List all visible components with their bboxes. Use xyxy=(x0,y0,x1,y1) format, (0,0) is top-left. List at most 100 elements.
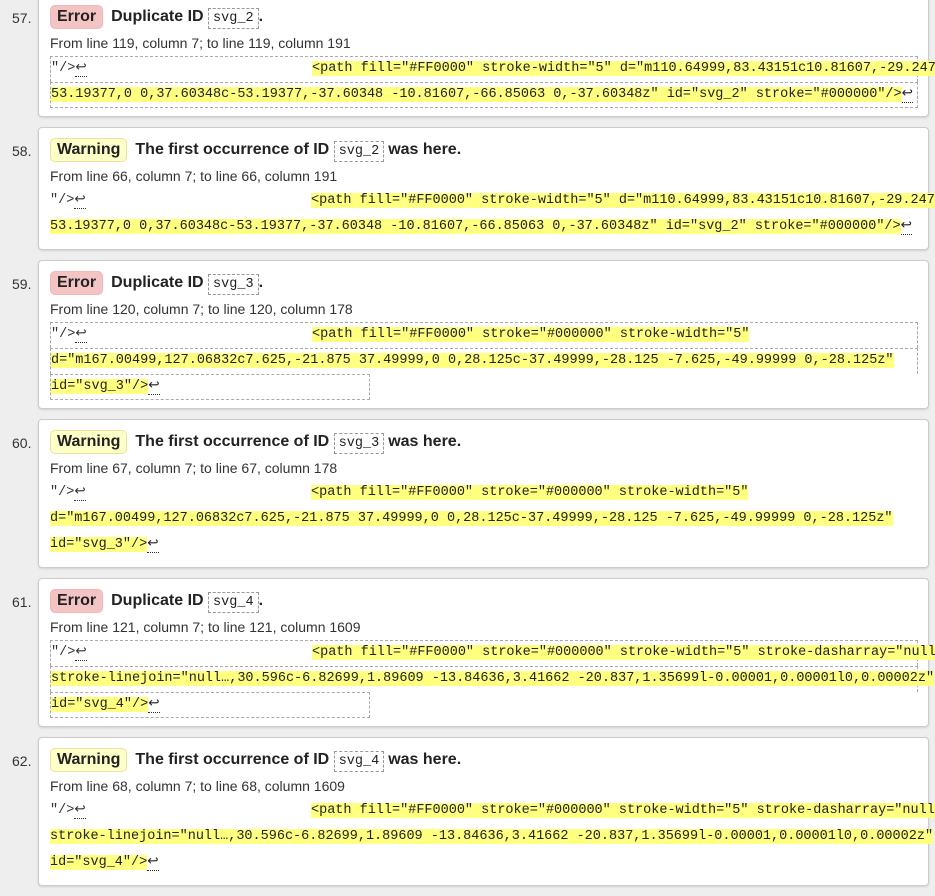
message-number: 59. xyxy=(12,276,32,292)
message-heading: Error Duplicate ID svg_3. xyxy=(50,270,918,296)
code-prefix: "/>↩ xyxy=(50,189,311,213)
message-list: 57. Error Duplicate ID svg_2. From line 1… xyxy=(0,0,935,896)
message-suffix: . xyxy=(258,274,264,291)
highlighted-code: stroke-linejoin="null…,30.596c-6.82699,1… xyxy=(50,829,934,844)
highlighted-code: stroke-linejoin="null…,30.596c-6.82699,1… xyxy=(51,671,935,686)
code-line: 53.19377,0 0,37.60348c-53.19377,-37.6034… xyxy=(50,215,918,241)
message-text: The first occurrence of ID xyxy=(135,751,330,768)
message-text: The first occurrence of ID xyxy=(135,433,330,450)
id-code: svg_4 xyxy=(208,592,259,613)
code-extract: "/>↩ <path fill="#FF0000" stroke="#000000… xyxy=(50,799,935,877)
code-prefix-text: "/> xyxy=(50,485,75,500)
id-code: svg_2 xyxy=(333,141,385,162)
line-break-icon: ↩ xyxy=(148,379,160,395)
code-extract: "/>↩ <path fill="#FF0000" stroke="#000000… xyxy=(50,640,935,718)
code-line: id="svg_3"/>↩ xyxy=(50,374,370,400)
highlighted-code: id="svg_3"/> xyxy=(50,537,148,552)
code-extract: "/>↩ <path fill="#FF0000" stroke-width="5… xyxy=(50,189,935,241)
line-break-icon: ↩ xyxy=(74,485,86,501)
highlighted-code: 53.19377,0 0,37.60348c-53.19377,-37.6034… xyxy=(50,219,901,234)
id-code: svg_3 xyxy=(208,274,259,295)
message-item: 59. Error Duplicate ID svg_3. From line 1… xyxy=(12,260,929,409)
code-line: id="svg_4"/>↩ xyxy=(50,851,370,877)
message-item: 61. Error Duplicate ID svg_4. From line 1… xyxy=(12,578,935,727)
id-code: svg_2 xyxy=(208,8,259,29)
code-line: "/>↩ <path fill="#FF0000" stroke="#000000… xyxy=(50,481,918,507)
location-text[interactable]: From line 121, column 7; to line 121, co… xyxy=(50,614,918,640)
location-text[interactable]: From line 120, column 7; to line 120, co… xyxy=(50,296,918,322)
message-item: 57. Error Duplicate ID svg_2. From line 1… xyxy=(12,0,935,117)
message-suffix: was here. xyxy=(388,433,462,450)
message-suffix: . xyxy=(258,592,264,609)
highlighted-code: id="svg_4"/> xyxy=(50,855,148,870)
highlighted-code: d="m167.00499,127.06832c7.625,-21.875 37… xyxy=(50,511,893,526)
line-break-icon: ↩ xyxy=(147,537,159,553)
line-break-icon: ↩ xyxy=(74,803,86,819)
message-heading: Warning The first occurrence of ID svg_4 w… xyxy=(50,747,918,773)
code-prefix: "/>↩ xyxy=(51,57,312,81)
highlighted-code: <path fill="#FF0000" stroke="#000000" st… xyxy=(312,645,935,660)
code-prefix: "/>↩ xyxy=(50,799,311,823)
code-prefix-text: "/> xyxy=(51,61,76,76)
code-extract: "/>↩ <path fill="#FF0000" stroke-width="5… xyxy=(50,56,935,108)
code-prefix-text: "/> xyxy=(51,645,76,660)
line-break-icon: ↩ xyxy=(900,219,912,235)
highlighted-code: id="svg_3"/> xyxy=(51,379,149,394)
message-type-badge: Warning xyxy=(50,138,128,162)
message-number: 61. xyxy=(12,594,32,610)
message-heading: Error Duplicate ID svg_4. xyxy=(50,588,918,614)
highlighted-code: <path fill="#FF0000" stroke-width="5" d=… xyxy=(311,193,935,208)
code-extract: "/>↩ <path fill="#FF0000" stroke="#000000… xyxy=(50,481,918,559)
highlighted-code: id="svg_4"/> xyxy=(51,697,149,712)
message-item: 62. Warning The first occurrence of ID sv… xyxy=(12,737,935,886)
code-line: stroke-linejoin="null…,30.596c-6.82699,1… xyxy=(50,825,934,851)
message-text: The first occurrence of ID xyxy=(135,141,330,158)
highlighted-code: <path fill="#FF0000" stroke="#000000" st… xyxy=(311,803,935,818)
highlighted-code: d="m167.00499,127.06832c7.625,-21.875 37… xyxy=(51,353,894,368)
location-text[interactable]: From line 68, column 7; to line 68, colu… xyxy=(50,773,918,799)
line-break-icon: ↩ xyxy=(75,327,87,343)
location-text[interactable]: From line 119, column 7; to line 119, co… xyxy=(50,30,918,56)
message-text: Duplicate ID xyxy=(111,8,204,25)
message-item: 58. Warning The first occurrence of ID sv… xyxy=(12,127,935,250)
code-line: stroke-linejoin="null…,30.596c-6.82699,1… xyxy=(50,666,935,692)
location-text[interactable]: From line 67, column 7; to line 67, colu… xyxy=(50,455,918,481)
message-text: Duplicate ID xyxy=(111,592,204,609)
code-line: "/>↩ <path fill="#FF0000" stroke-width="5… xyxy=(50,56,935,82)
id-code: svg_4 xyxy=(333,751,385,772)
code-prefix: "/>↩ xyxy=(51,323,312,347)
message-type-badge: Error xyxy=(50,589,104,613)
message-suffix: was here. xyxy=(388,141,462,158)
message-number: 58. xyxy=(12,143,32,159)
message-heading: Warning The first occurrence of ID svg_2 w… xyxy=(50,137,918,163)
message-suffix: was here. xyxy=(388,751,462,768)
code-prefix-text: "/> xyxy=(50,803,75,818)
message-type-badge: Error xyxy=(50,271,104,295)
line-break-icon: ↩ xyxy=(148,697,160,713)
code-line: id="svg_3"/>↩ xyxy=(50,533,370,559)
message-type-badge: Warning xyxy=(50,430,128,454)
highlighted-code: <path fill="#FF0000" stroke-width="5" d=… xyxy=(312,61,935,76)
code-line: id="svg_4"/>↩ xyxy=(50,692,370,718)
code-prefix-text: "/> xyxy=(50,193,75,208)
line-break-icon: ↩ xyxy=(147,855,159,871)
code-line: d="m167.00499,127.06832c7.625,-21.875 37… xyxy=(50,507,918,533)
code-prefix: "/>↩ xyxy=(50,481,311,505)
code-line: "/>↩ <path fill="#FF0000" stroke="#000000… xyxy=(50,322,918,348)
code-line: "/>↩ <path fill="#FF0000" stroke-width="5… xyxy=(50,189,935,215)
code-line: 53.19377,0 0,37.60348c-53.19377,-37.6034… xyxy=(50,82,918,108)
code-extract: "/>↩ <path fill="#FF0000" stroke="#000000… xyxy=(50,322,918,400)
message-number: 60. xyxy=(12,435,32,451)
message-heading: Error Duplicate ID svg_2. xyxy=(50,4,918,30)
line-break-icon: ↩ xyxy=(901,87,913,103)
code-line: "/>↩ <path fill="#FF0000" stroke="#000000… xyxy=(50,799,935,825)
code-prefix: "/>↩ xyxy=(51,641,312,665)
code-prefix-text: "/> xyxy=(51,327,76,342)
message-number: 62. xyxy=(12,753,32,769)
line-break-icon: ↩ xyxy=(75,61,87,77)
location-text[interactable]: From line 66, column 7; to line 66, colu… xyxy=(50,163,918,189)
message-type-badge: Error xyxy=(50,5,104,29)
code-line: "/>↩ <path fill="#FF0000" stroke="#000000… xyxy=(50,640,935,666)
line-break-icon: ↩ xyxy=(75,645,87,661)
message-text: Duplicate ID xyxy=(111,274,204,291)
